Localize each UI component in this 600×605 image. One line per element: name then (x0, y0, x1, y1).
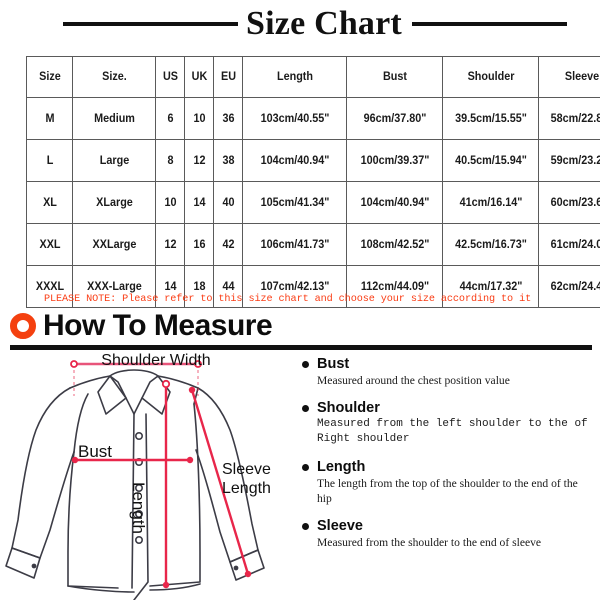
bullet-icon (302, 405, 309, 412)
measure-label: Bust (317, 356, 349, 372)
cell-uk: 10 (185, 98, 212, 140)
cell-us: 10 (156, 182, 183, 224)
cell-sleeve: 61cm/24.02" (541, 224, 600, 266)
list-item: Bust Measured around the chest position … (302, 356, 592, 388)
measure-description: The length from the top of the shoulder … (317, 476, 592, 506)
cell-uk: 14 (185, 182, 212, 224)
title-rule-left (63, 22, 238, 26)
cell-length: 105cm/41.34" (246, 182, 344, 224)
measure-label: Length (317, 459, 365, 475)
cell-size: M (28, 98, 71, 140)
measure-description: Measured around the chest position value (317, 373, 592, 388)
sleeve-label-line2: Length (222, 480, 271, 497)
column-header-shoulder: Shoulder (445, 57, 535, 98)
measure-label: Shoulder (317, 400, 380, 416)
cell-size-name: Medium (75, 98, 153, 140)
shoulder-width-label: Shoulder Width (56, 352, 256, 370)
how-to-measure-heading-row: How To Measure (10, 311, 272, 341)
cell-bust: 96cm/37.80" (349, 98, 439, 140)
cell-us: 6 (156, 98, 183, 140)
cell-shoulder: 42.5cm/16.73" (445, 224, 535, 266)
column-header-sleeve: Sleeve (541, 57, 600, 98)
column-header-uk: UK (185, 57, 212, 98)
bullet-icon (302, 523, 309, 530)
length-measure-label: Length (128, 482, 148, 534)
cell-shoulder: 40.5cm/15.94" (445, 140, 535, 182)
cell-uk: 12 (185, 140, 212, 182)
cell-eu: 42 (214, 224, 241, 266)
cell-eu: 40 (214, 182, 241, 224)
page-title: Size Chart (246, 7, 402, 41)
sleeve-length-measure-label: Sleeve Length (222, 460, 271, 498)
cell-us: 12 (156, 224, 183, 266)
cell-length: 106cm/41.73" (246, 224, 344, 266)
cell-uk: 16 (185, 224, 212, 266)
cell-size-name: XLarge (75, 182, 153, 224)
cell-length: 104cm/40.94" (246, 140, 344, 182)
cell-length: 103cm/40.55" (246, 98, 344, 140)
measure-heading: Bust (302, 356, 592, 372)
section-divider (10, 345, 592, 350)
cell-size-name: XXLarge (75, 224, 153, 266)
cell-size-name: Large (75, 140, 153, 182)
measure-heading: Sleeve (302, 518, 592, 534)
column-header-us: US (156, 57, 183, 98)
list-item: Sleeve Measured from the shoulder to the… (302, 518, 592, 550)
measure-description: Measured from the shoulder to the end of… (317, 535, 592, 550)
column-header-size-name: Size. (75, 57, 153, 98)
how-to-measure-heading: How To Measure (43, 311, 272, 341)
list-item: Shoulder Measured from the left shoulder… (302, 400, 592, 447)
measure-heading: Length (302, 459, 592, 475)
size-chart-table: Size Size. US UK EU Length Bust Shoulder… (26, 56, 600, 308)
cell-size: XL (28, 182, 71, 224)
column-header-eu: EU (214, 57, 241, 98)
measure-label: Sleeve (317, 518, 363, 534)
cell-eu: 36 (214, 98, 241, 140)
cell-bust: 100cm/39.37" (349, 140, 439, 182)
bullet-icon (302, 361, 309, 368)
please-note-text: PLEASE NOTE: Please refer to this size c… (44, 294, 531, 305)
cell-bust: 104cm/40.94" (349, 182, 439, 224)
table-row: L Large 8 12 38 104cm/40.94" 100cm/39.37… (27, 140, 600, 182)
cell-sleeve: 60cm/23.62" (541, 182, 600, 224)
cell-sleeve: 58cm/22.83" (541, 98, 600, 140)
cell-shoulder: 39.5cm/15.55" (445, 98, 535, 140)
table-row: M Medium 6 10 36 103cm/40.55" 96cm/37.80… (27, 98, 600, 140)
column-header-size: Size (28, 57, 71, 98)
cell-shoulder: 41cm/16.14" (445, 182, 535, 224)
orange-ring-icon (10, 313, 36, 339)
table-header-row: Size Size. US UK EU Length Bust Shoulder… (27, 57, 600, 98)
bust-measure-label: Bust (78, 442, 112, 462)
title-rule-right (412, 22, 567, 26)
page-title-row: Size Chart (0, 2, 600, 46)
cell-sleeve: 59cm/23.23" (541, 140, 600, 182)
cell-size: L (28, 140, 71, 182)
measure-heading: Shoulder (302, 400, 592, 416)
measure-description: Measured from the left shoulder to the o… (317, 417, 592, 447)
sleeve-label-line1: Sleeve (222, 461, 271, 478)
cell-eu: 38 (214, 140, 241, 182)
cell-bust: 108cm/42.52" (349, 224, 439, 266)
cell-sleeve: 62cm/24.41" (541, 266, 600, 308)
list-item: Length The length from the top of the sh… (302, 459, 592, 506)
measurement-definitions-list: Bust Measured around the chest position … (302, 356, 592, 562)
bullet-icon (302, 464, 309, 471)
table-row: XXL XXLarge 12 16 42 106cm/41.73" 108cm/… (27, 224, 600, 266)
cell-size: XXL (28, 224, 71, 266)
column-header-length: Length (246, 57, 344, 98)
table-row: XL XLarge 10 14 40 105cm/41.34" 104cm/40… (27, 182, 600, 224)
cell-us: 8 (156, 140, 183, 182)
column-header-bust: Bust (349, 57, 439, 98)
